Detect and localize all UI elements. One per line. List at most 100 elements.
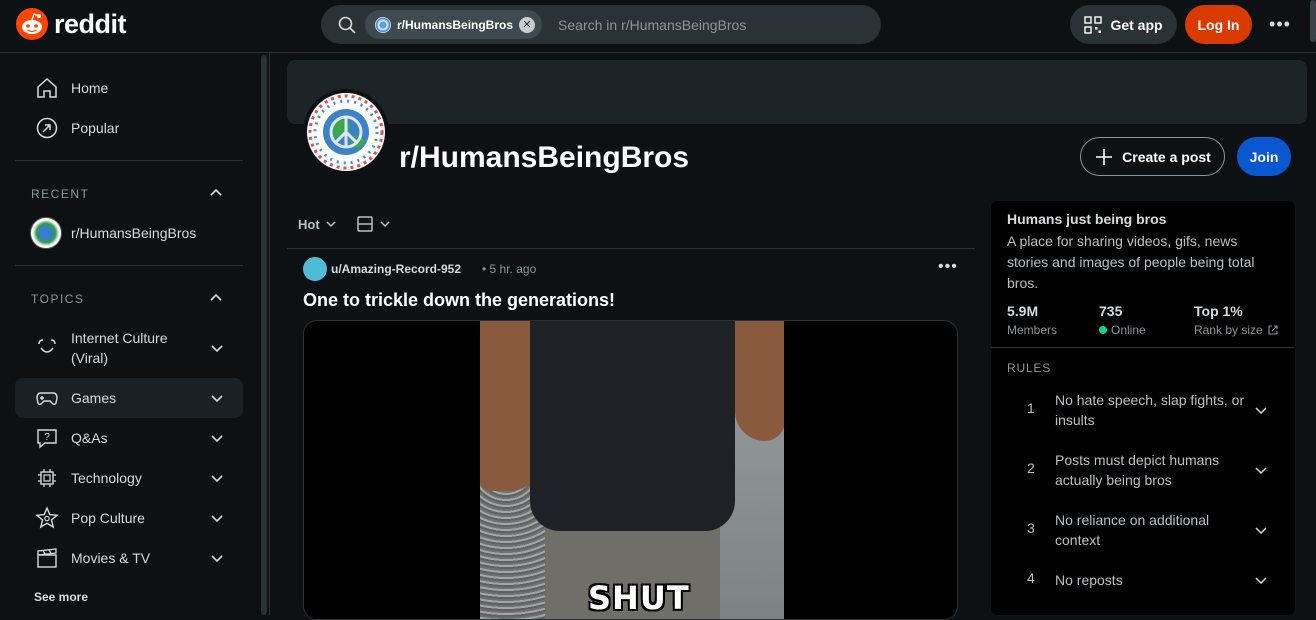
sidebar-divider: [15, 160, 243, 161]
home-icon: [37, 77, 57, 98]
about-title: Humans just being bros: [1007, 211, 1167, 227]
subreddit-banner: [287, 60, 1307, 124]
rule-number: 4: [1027, 570, 1035, 586]
gamepad-icon: [36, 392, 58, 406]
topics-heading: TOPICS: [31, 292, 85, 306]
sort-bar: Hot: [298, 213, 392, 235]
search-bar[interactable]: r/HumansBeingBros ✕ Search in r/HumansBe…: [321, 5, 881, 44]
sidebar-label-qas: Q&As: [71, 430, 108, 446]
stat-value: Top 1%: [1194, 303, 1243, 319]
reddit-logo[interactable]: reddit: [16, 8, 127, 40]
snoo-logo-icon: [16, 8, 48, 40]
post-title[interactable]: One to trickle down the generations!: [303, 290, 615, 311]
video-frame: SHUT: [480, 321, 784, 619]
chevron-down-icon[interactable]: [378, 217, 392, 231]
post-timestamp: • 5 hr. ago: [482, 262, 537, 276]
sidebar-label-popular: Popular: [71, 120, 120, 136]
stat-label: Members: [1007, 323, 1057, 337]
rule-text: No reposts: [1055, 572, 1123, 588]
sidebar-item-qas[interactable]: ? Q&As: [15, 418, 243, 458]
join-button[interactable]: Join: [1237, 137, 1291, 176]
chevron-down-icon: [211, 515, 223, 523]
stat-rank[interactable]: Top 1% Rank by size: [1194, 303, 1279, 337]
author-avatar[interactable]: [303, 257, 327, 281]
sidebar-label-games: Games: [71, 390, 117, 406]
subreddit-avatar: [375, 16, 391, 33]
sidebar-item-popular[interactable]: Popular: [15, 108, 243, 148]
logo-wordmark: reddit: [54, 8, 127, 39]
rule-item[interactable]: 1 No hate speech, slap fights, or insult…: [1007, 390, 1279, 440]
layout-icon[interactable]: [356, 215, 374, 233]
stat-value: 5.9M: [1007, 303, 1039, 319]
sidebar-label-technology: Technology: [71, 470, 142, 486]
popular-icon: [36, 117, 58, 139]
chip-icon: [38, 469, 56, 487]
sidebar-label-recent: r/HumansBeingBros: [71, 225, 197, 241]
rule-item[interactable]: 4 No reposts: [1007, 570, 1279, 620]
recent-heading: RECENT: [31, 187, 90, 201]
subreddit-avatar: [30, 217, 62, 249]
svg-text:?: ?: [44, 432, 50, 443]
stat-label-text: Members: [1007, 323, 1058, 337]
chevron-down-icon: [1255, 407, 1267, 415]
rule-number: 1: [1027, 400, 1035, 416]
rules-heading: RULES: [1007, 361, 1052, 375]
search-input[interactable]: Search in r/HumansBeingBros: [558, 17, 746, 33]
sidebar-item-recent-humansbeingbros[interactable]: r/HumansBeingBros: [15, 213, 243, 253]
create-post-button[interactable]: Create a post: [1080, 137, 1225, 176]
sidebar-scrollbar[interactable]: [261, 55, 267, 615]
stat-value: 735: [1099, 303, 1123, 319]
sidebar-item-technology[interactable]: Technology: [15, 458, 243, 498]
sort-dropdown[interactable]: Hot: [298, 217, 320, 232]
about-community-panel: Humans just being bros A place for shari…: [991, 201, 1295, 615]
page-scrollbar[interactable]: [1310, 0, 1316, 42]
sidebar-item-games[interactable]: Games: [15, 378, 243, 418]
post-author[interactable]: u/Amazing-Record-952: [331, 262, 461, 276]
left-sidebar: Home Popular RECENT r/HumansBeingBros TO…: [0, 53, 270, 615]
sidebar-item-movies-tv[interactable]: Movies & TV: [15, 538, 243, 578]
rule-number: 3: [1027, 520, 1035, 536]
peace-globe-icon: [308, 94, 384, 170]
sidebar-item-home[interactable]: Home: [15, 68, 243, 108]
more-icon[interactable]: •••: [1264, 5, 1296, 44]
see-more-link[interactable]: See more: [34, 590, 88, 604]
subreddit-title: r/HumansBeingBros: [399, 141, 690, 174]
clapper-icon: [37, 548, 57, 568]
stat-label: Online: [1099, 323, 1146, 337]
login-button[interactable]: Log In: [1185, 5, 1252, 44]
rule-text: No reliance on additional context: [1055, 512, 1210, 548]
topic-label-line2: (Viral): [71, 350, 109, 366]
chevron-down-icon: [211, 395, 223, 403]
video-scene: [735, 321, 784, 441]
chevron-down-icon[interactable]: [324, 217, 338, 231]
about-divider: [991, 347, 1295, 348]
stat-label-text: Online: [1111, 323, 1146, 337]
stat-members: 5.9M Members: [1007, 303, 1057, 337]
sidebar-divider: [15, 265, 243, 266]
rule-number: 2: [1027, 460, 1035, 476]
post-video[interactable]: SHUT: [303, 320, 958, 620]
chevron-up-icon[interactable]: [208, 185, 224, 201]
rule-item[interactable]: 3 No reliance on additional context: [1007, 510, 1279, 560]
create-post-label: Create a post: [1122, 148, 1211, 165]
close-icon[interactable]: ✕: [519, 16, 536, 33]
sidebar-item-pop-culture[interactable]: Pop Culture: [15, 498, 243, 538]
chevron-down-icon: [1255, 577, 1267, 585]
rule-item[interactable]: 2 Posts must depict humans actually bein…: [1007, 450, 1279, 500]
chevron-down-icon: [1255, 527, 1267, 535]
more-icon[interactable]: •••: [938, 258, 958, 276]
topic-label-line1: Internet Culture: [71, 330, 168, 346]
sidebar-item-internet-culture[interactable]: Internet Culture (Viral): [15, 323, 243, 373]
feed-divider: [287, 248, 975, 249]
video-scene: [530, 321, 735, 531]
chevron-down-icon: [211, 555, 223, 563]
sidebar-label-pop-culture: Pop Culture: [71, 510, 145, 526]
get-app-button[interactable]: Get app: [1070, 5, 1177, 44]
sidebar-label-home: Home: [71, 80, 109, 96]
stat-online: 735 Online: [1099, 303, 1146, 337]
search-scope-chip[interactable]: r/HumansBeingBros ✕: [365, 10, 543, 39]
chevron-up-icon[interactable]: [208, 290, 224, 306]
sidebar-label-movies-tv: Movies & TV: [71, 550, 151, 566]
about-description: A place for sharing videos, gifs, news s…: [1007, 233, 1255, 291]
plus-icon: [1096, 148, 1113, 165]
